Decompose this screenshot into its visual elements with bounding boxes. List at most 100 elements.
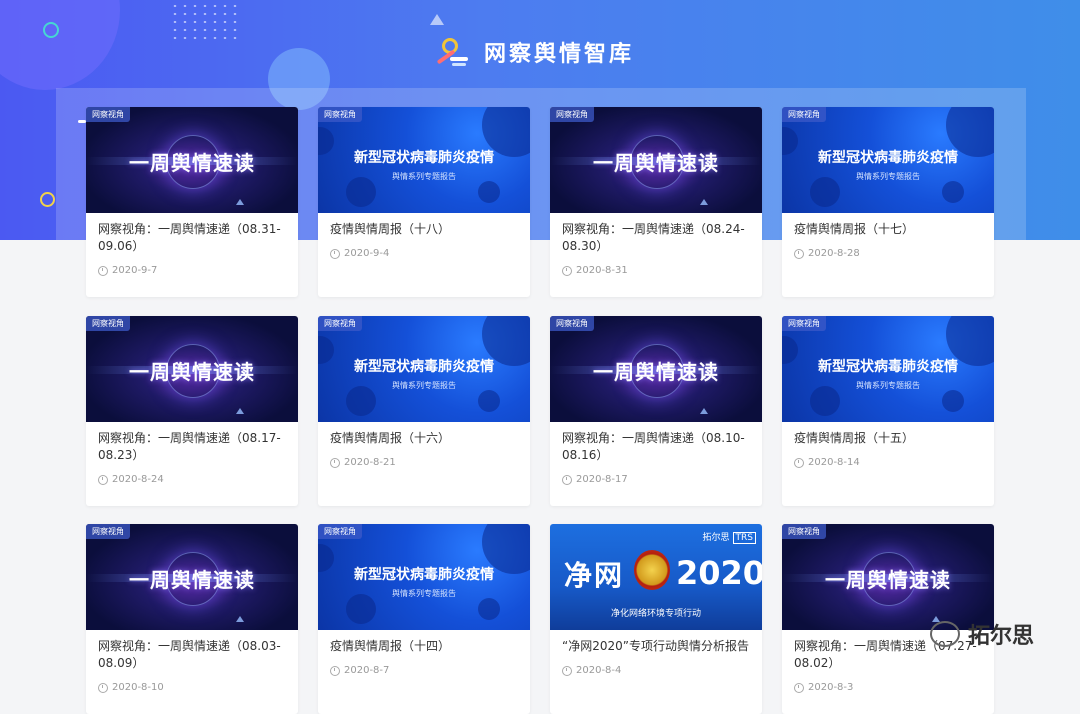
- card-title[interactable]: 网察视角：一周舆情速递（08.10-08.16）: [562, 430, 750, 464]
- report-card[interactable]: 网察视角 一周舆情速读 网察视角：一周舆情速递（08.24-08.30） 202…: [550, 107, 762, 297]
- report-card[interactable]: 网察视角 新型冠状病毒肺炎疫情 舆情系列专题报告 疫情舆情周报（十四） 2020…: [318, 524, 530, 714]
- card-title[interactable]: 疫情舆情周报（十六）: [330, 430, 518, 447]
- clock-icon: [98, 682, 108, 693]
- card-date-text: 2020-8-21: [344, 457, 396, 468]
- report-thumbnail[interactable]: 拓尔思 TRS 净网 2020 净化网络环境专项行动: [550, 524, 762, 630]
- thumbnail-title: 一周舆情速读: [129, 360, 255, 384]
- card-date-text: 2020-8-17: [576, 474, 628, 485]
- card-title[interactable]: 疫情舆情周报（十四）: [330, 638, 518, 655]
- card-title[interactable]: 网察视角：一周舆情速递（08.24-08.30）: [562, 221, 750, 255]
- brand-tag: TRS: [732, 532, 756, 544]
- thumbnail-badge: 网察视角: [86, 316, 130, 331]
- wechat-icon: [930, 621, 960, 647]
- card-body: “净网2020”专项行动舆情分析报告 2020-8-4: [550, 630, 762, 676]
- card-date: 2020-8-7: [330, 665, 518, 676]
- clock-icon: [98, 474, 108, 485]
- card-body: 网察视角：一周舆情速递（08.24-08.30） 2020-8-31: [550, 213, 762, 276]
- clock-icon: [794, 682, 804, 693]
- report-card[interactable]: 拓尔思 TRS 净网 2020 净化网络环境专项行动 “净网2020”专项行动舆情…: [550, 524, 762, 714]
- report-thumbnail[interactable]: 网察视角 一周舆情速读: [550, 107, 762, 213]
- card-body: 疫情舆情周报（十四） 2020-8-7: [318, 630, 530, 676]
- card-title[interactable]: 疫情舆情周报（十五）: [794, 430, 982, 447]
- clock-icon: [794, 248, 804, 259]
- report-card[interactable]: 网察视角 一周舆情速读 网察视角：一周舆情速递（08.31-09.06） 202…: [86, 107, 298, 297]
- watermark-text: 拓尔思: [968, 624, 1035, 649]
- card-date-text: 2020-8-10: [112, 682, 164, 693]
- thumbnail-subtitle: 舆情系列专题报告: [392, 381, 456, 390]
- thumbnail-subtitle: 舆情系列专题报告: [392, 589, 456, 598]
- report-thumbnail[interactable]: 网察视角 一周舆情速读: [550, 316, 762, 422]
- thumbnail-title: 一周舆情速读: [129, 151, 255, 175]
- clock-icon: [562, 665, 572, 676]
- report-thumbnail[interactable]: 网察视角 一周舆情速读: [86, 524, 298, 630]
- report-thumbnail[interactable]: 网察视角 新型冠状病毒肺炎疫情 舆情系列专题报告: [782, 316, 994, 422]
- thumbnail-title: 净网: [564, 559, 625, 592]
- report-card[interactable]: 网察视角 一周舆情速读 网察视角：一周舆情速递（08.03-08.09） 202…: [86, 524, 298, 714]
- thumbnail-subtitle: 舆情系列专题报告: [392, 172, 456, 181]
- decor-triangle: [430, 14, 444, 25]
- card-date: 2020-9-7: [98, 265, 286, 276]
- decor-ring: [40, 192, 55, 207]
- card-body: 网察视角：一周舆情速递（08.03-08.09） 2020-8-10: [86, 630, 298, 693]
- thumbnail-badge: 网察视角: [550, 107, 594, 122]
- report-card[interactable]: 网察视角 一周舆情速读 网察视角：一周舆情速递（08.17-08.23） 202…: [86, 316, 298, 506]
- thumbnail-badge: 网察视角: [318, 524, 362, 539]
- card-body: 疫情舆情周报（十八） 2020-9-4: [318, 213, 530, 259]
- card-body: 网察视角：一周舆情速递（08.31-09.06） 2020-9-7: [86, 213, 298, 276]
- card-date-text: 2020-9-4: [344, 248, 390, 259]
- card-title[interactable]: 疫情舆情周报（十七）: [794, 221, 982, 238]
- report-thumbnail[interactable]: 网察视角 一周舆情速读: [86, 107, 298, 213]
- watermark: 拓尔思: [930, 618, 1034, 650]
- thumbnail-title: 一周舆情速读: [593, 151, 719, 175]
- card-title[interactable]: 网察视角：一周舆情速递（08.31-09.06）: [98, 221, 286, 255]
- thumbnail-title: 一周舆情速读: [129, 568, 255, 592]
- thumbnail-badge: 网察视角: [318, 107, 362, 122]
- card-date-text: 2020-8-28: [808, 248, 860, 259]
- thumbnail-title: 新型冠状病毒肺炎疫情: [818, 359, 958, 375]
- report-thumbnail[interactable]: 网察视角 新型冠状病毒肺炎疫情 舆情系列专题报告: [318, 316, 530, 422]
- report-thumbnail[interactable]: 网察视角 新型冠状病毒肺炎疫情 舆情系列专题报告: [318, 524, 530, 630]
- thumbnail-year: 2020: [676, 554, 762, 592]
- card-date: 2020-8-4: [562, 665, 750, 676]
- report-thumbnail[interactable]: 网察视角 新型冠状病毒肺炎疫情 舆情系列专题报告: [318, 107, 530, 213]
- thumbnail-title: 新型冠状病毒肺炎疫情: [354, 359, 494, 375]
- thumbnail-brand: 拓尔思 TRS: [702, 530, 756, 544]
- thumbnail-badge: 网察视角: [86, 107, 130, 122]
- clock-icon: [98, 265, 108, 276]
- thumbnail-badge: 网察视角: [86, 524, 130, 539]
- card-date: 2020-8-24: [98, 474, 286, 485]
- site-logo-icon: [434, 35, 472, 69]
- card-body: 疫情舆情周报（十六） 2020-8-21: [318, 422, 530, 468]
- card-body: 疫情舆情周报（十七） 2020-8-28: [782, 213, 994, 259]
- card-date: 2020-8-28: [794, 248, 982, 259]
- card-date: 2020-8-17: [562, 474, 750, 485]
- card-date: 2020-8-21: [330, 457, 518, 468]
- card-title[interactable]: 网察视角：一周舆情速递（08.17-08.23）: [98, 430, 286, 464]
- decor-ring: [43, 22, 59, 38]
- card-title[interactable]: 疫情舆情周报（十八）: [330, 221, 518, 238]
- site-title: 网察舆情智库: [484, 42, 635, 67]
- report-card[interactable]: 网察视角 一周舆情速读 网察视角：一周舆情速递（08.10-08.16） 202…: [550, 316, 762, 506]
- report-card[interactable]: 网察视角 新型冠状病毒肺炎疫情 舆情系列专题报告 疫情舆情周报（十五） 2020…: [782, 316, 994, 506]
- card-title[interactable]: 网察视角：一周舆情速递（08.03-08.09）: [98, 638, 286, 672]
- thumbnail-badge: 网察视角: [782, 524, 826, 539]
- report-thumbnail[interactable]: 网察视角 一周舆情速读: [86, 316, 298, 422]
- brand-name: 拓尔思: [702, 533, 730, 543]
- thumbnail-title: 新型冠状病毒肺炎疫情: [818, 150, 958, 166]
- card-date: 2020-9-4: [330, 248, 518, 259]
- thumbnail-title: 新型冠状病毒肺炎疫情: [354, 150, 494, 166]
- card-date-text: 2020-8-14: [808, 457, 860, 468]
- decor-dot-grid: [170, 2, 242, 42]
- report-thumbnail[interactable]: 网察视角 新型冠状病毒肺炎疫情 舆情系列专题报告: [782, 107, 994, 213]
- thumbnail-title: 一周舆情速读: [593, 360, 719, 384]
- report-card[interactable]: 网察视角 新型冠状病毒肺炎疫情 舆情系列专题报告 疫情舆情周报（十七） 2020…: [782, 107, 994, 297]
- decor-circle: [0, 0, 120, 90]
- card-title[interactable]: “净网2020”专项行动舆情分析报告: [562, 638, 750, 655]
- report-card[interactable]: 网察视角 新型冠状病毒肺炎疫情 舆情系列专题报告 疫情舆情周报（十六） 2020…: [318, 316, 530, 506]
- thumbnail-badge: 网察视角: [318, 316, 362, 331]
- card-date-text: 2020-8-24: [112, 474, 164, 485]
- report-thumbnail[interactable]: 网察视角 一周舆情速读: [782, 524, 994, 630]
- site-header: 网察舆情智库: [434, 34, 634, 70]
- report-card[interactable]: 网察视角 新型冠状病毒肺炎疫情 舆情系列专题报告 疫情舆情周报（十八） 2020…: [318, 107, 530, 297]
- card-body: 网察视角：一周舆情速递（08.17-08.23） 2020-8-24: [86, 422, 298, 485]
